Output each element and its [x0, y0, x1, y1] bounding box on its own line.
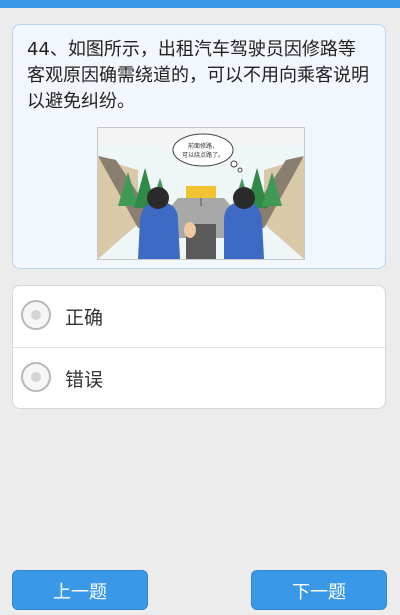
option-label: 错误 — [65, 369, 104, 391]
question-card: 44、如图所示，出租汽车驾驶员因修路等客观原因确需绕道的，可以不用向乘客说明以避… — [12, 24, 386, 269]
prev-question-button[interactable]: 上一题 — [12, 570, 148, 610]
speech-bubble-line2: 可以绕点路了。 — [182, 151, 224, 159]
question-text: 44、如图所示，出租汽车驾驶员因修路等客观原因确需绕道的，可以不用向乘客说明以避… — [27, 39, 369, 112]
next-question-button[interactable]: 下一题 — [251, 570, 387, 610]
top-accent-bar — [0, 0, 400, 8]
option-wrong[interactable]: 错误 — [13, 348, 385, 408]
answer-options: 正确 错误 — [12, 285, 386, 409]
option-correct[interactable]: 正确 — [13, 286, 385, 348]
radio-icon[interactable] — [21, 300, 51, 330]
speech-bubble-line1: 前面修路， — [188, 142, 218, 150]
question-illustration: 前面修路， 可以绕点路了。 — [97, 127, 305, 260]
taxi-scene-image: 前面修路， 可以绕点路了。 — [98, 128, 304, 259]
radio-icon[interactable] — [21, 362, 51, 392]
option-label: 正确 — [65, 307, 104, 329]
